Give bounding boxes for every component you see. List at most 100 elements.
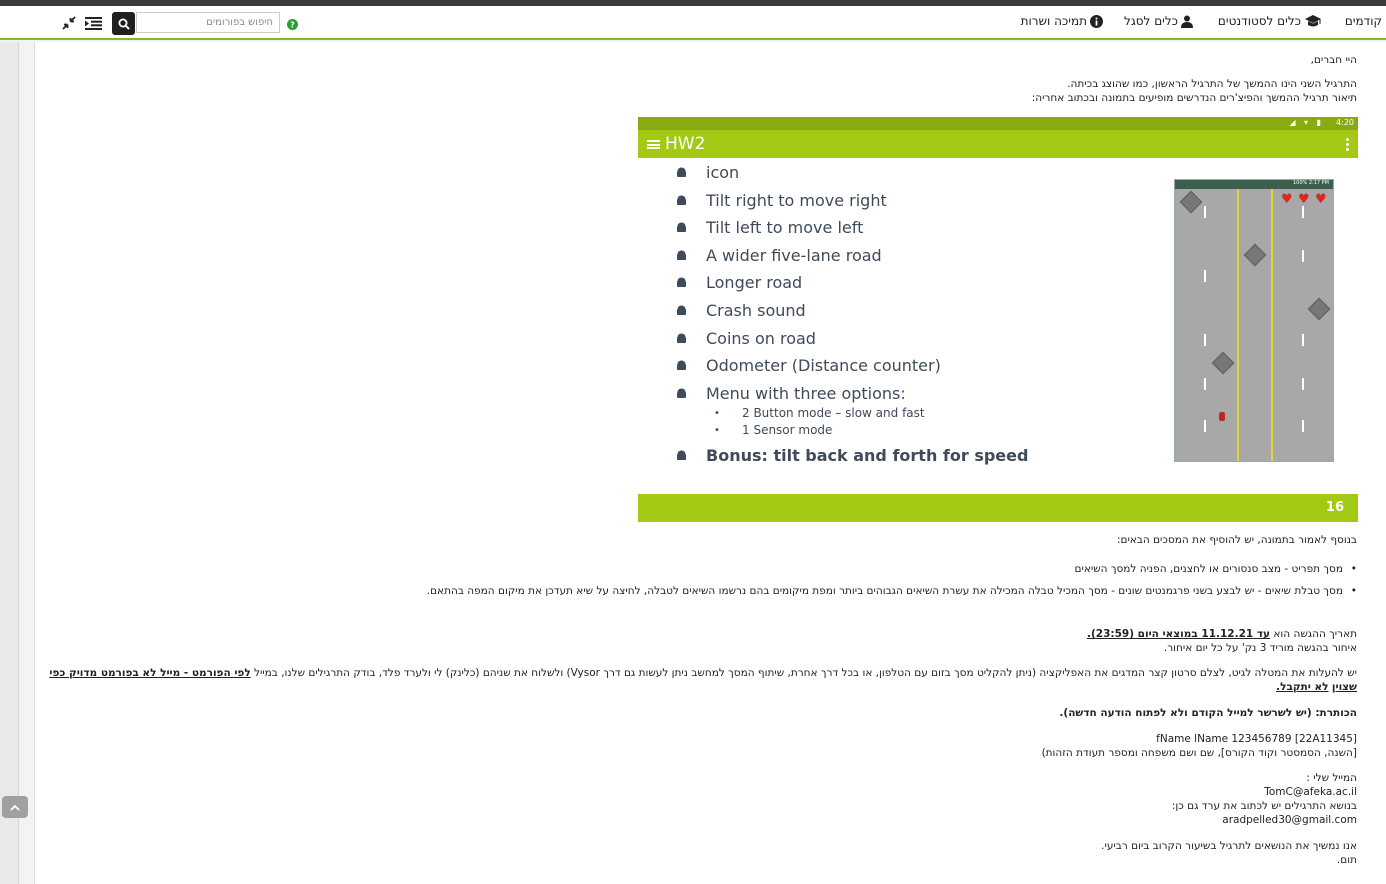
android-bullet-icon bbox=[677, 167, 686, 177]
cc-label: בנושא התרגילים יש לכתוב את ערד גם כן: bbox=[1171, 800, 1357, 812]
slide-bullet: Coins on road bbox=[674, 328, 1028, 356]
closing: אנו נמשיך את הנושאים לתרגיל בשיעור הקרוב… bbox=[1101, 840, 1357, 852]
slide-bullet: Odometer (Distance counter) bbox=[674, 355, 1028, 383]
deadline: תאריך ההגשה הוא עד 11.12.21 במוצאי היום … bbox=[1087, 627, 1357, 641]
assignment-slide-image: ◢ ▾ ▮ 4:20 HW2 icon Tilt right to move r… bbox=[638, 117, 1358, 522]
left-rail bbox=[0, 42, 19, 884]
slide-title: HW2 bbox=[665, 134, 706, 154]
upload-instructions: יש להעלות את המטלה לגיט, לצלם סרטון קצר … bbox=[47, 666, 1357, 694]
obstacle-cube bbox=[1307, 297, 1331, 321]
slide-bullet: Longer road bbox=[674, 272, 1028, 300]
collapse-icon[interactable] bbox=[62, 15, 76, 34]
slide-status-bar: ◢ ▾ ▮ 4:20 bbox=[638, 117, 1358, 130]
slide-status-time: 4:20 bbox=[1336, 118, 1354, 127]
phone-status-bar: 100% 2:17 PM bbox=[1175, 180, 1333, 189]
user-icon bbox=[1181, 15, 1193, 28]
my-email-label: המייל שלי : bbox=[1306, 772, 1357, 784]
lane-dash bbox=[1302, 334, 1304, 346]
android-bullet-icon bbox=[677, 450, 686, 460]
lane-dash bbox=[1204, 270, 1206, 282]
subject-heading: הכותרת: (יש לשרשר למייל הקודם ולא לפתוח … bbox=[1059, 707, 1357, 719]
subject-explain: [השנה, הסמסטר וקוד הקורס], שם ושם משפחה … bbox=[1041, 747, 1357, 759]
android-bullet-icon bbox=[677, 195, 686, 205]
android-bullet-icon bbox=[677, 388, 686, 398]
search-icon bbox=[118, 18, 130, 30]
slide-sub-bullet: 2 Button mode – slow and fast bbox=[674, 405, 1028, 422]
slide-title-bar: HW2 bbox=[638, 130, 1358, 158]
android-bullet-icon bbox=[677, 250, 686, 260]
lane-dash bbox=[1204, 206, 1206, 218]
player-car-icon bbox=[1219, 412, 1225, 421]
kebab-menu-icon bbox=[1346, 138, 1349, 153]
slide-bullet: Menu with three options: bbox=[674, 383, 1028, 405]
requirement-item: מסך טבלת שיאים - יש לבצע בשני פרגמנטים ש… bbox=[427, 584, 1358, 598]
heart-icon: ♥ bbox=[1281, 192, 1293, 207]
android-bullet-icon bbox=[677, 305, 686, 315]
heart-icon: ♥ bbox=[1298, 192, 1310, 207]
obstacle-cube bbox=[1243, 243, 1267, 267]
signature: תום. bbox=[1336, 854, 1357, 866]
slide-bonus-bullet: Bonus: tilt back and forth for speed bbox=[674, 445, 1028, 473]
nav-item-previous-label: קודמים bbox=[1344, 14, 1382, 28]
scroll-to-top-button[interactable] bbox=[2, 796, 28, 818]
graduation-cap-icon bbox=[1305, 15, 1321, 27]
slide-footer: 16 bbox=[638, 494, 1358, 522]
deadline-value: עד 11.12.21 במוצאי היום (23:59). bbox=[1086, 628, 1271, 640]
post-greeting: היי חברים, bbox=[1310, 54, 1357, 66]
nav-item-support[interactable]: תמיכה ושרות bbox=[1021, 14, 1103, 28]
obstacle-cube bbox=[1179, 190, 1203, 214]
android-bullet-icon bbox=[677, 222, 686, 233]
obstacle-cube bbox=[1211, 351, 1235, 375]
list-toggle-icon[interactable] bbox=[85, 15, 102, 34]
svg-text:?: ? bbox=[290, 21, 295, 30]
lane-dash bbox=[1302, 378, 1304, 390]
lane-dash bbox=[1302, 250, 1304, 262]
slide-bullet: Tilt left to move left bbox=[674, 217, 1028, 245]
lane-divider bbox=[1271, 189, 1273, 461]
slide-bullet: A wider five-lane road bbox=[674, 245, 1028, 273]
nav-item-student-tools-label: כלים לסטודנטים bbox=[1217, 14, 1301, 28]
upload-emphasis-2: לא יתקבל. bbox=[1276, 681, 1329, 693]
nav-item-student-tools[interactable]: כלים לסטודנטים bbox=[1218, 14, 1322, 28]
cc-email: aradpelled30@gmail.com bbox=[1222, 814, 1357, 826]
my-email: TomC@afeka.ac.il bbox=[1264, 786, 1357, 798]
heart-icon: ♥ bbox=[1315, 192, 1327, 207]
nav-item-support-label: תמיכה ושרות bbox=[1020, 14, 1087, 28]
additional-intro: בנוסף לאמור בתמונה, יש להוסיף את המסכים … bbox=[1116, 534, 1357, 546]
search-button[interactable] bbox=[112, 12, 135, 35]
hamburger-icon bbox=[647, 140, 660, 149]
info-icon bbox=[1090, 14, 1103, 28]
search-input[interactable] bbox=[136, 12, 280, 33]
nav-item-staff-tools[interactable]: כלים לסגל bbox=[1124, 14, 1193, 28]
nav-item-previous[interactable]: קודמים bbox=[1345, 14, 1382, 28]
forum-search bbox=[112, 12, 280, 35]
lane-dash bbox=[1204, 378, 1206, 390]
lane-divider bbox=[1237, 189, 1239, 461]
requirement-item: מסך תפריט - מצב סנסורים או לחצנים, הפניה… bbox=[1075, 562, 1358, 576]
slide-bullet: Crash sound bbox=[674, 300, 1028, 328]
lane-dash bbox=[1302, 206, 1304, 218]
android-bullet-icon bbox=[677, 360, 686, 371]
post-content: היי חברים, התרגיל השני הינו ההמשך של התר… bbox=[34, 42, 1386, 884]
chevron-up-icon bbox=[10, 804, 20, 811]
nav-item-staff-tools-label: כלים לסגל bbox=[1124, 14, 1178, 28]
slide-page-number: 16 bbox=[1325, 500, 1344, 515]
post-intro-2: תיאור תרגיל ההמשך והפיצ'רים הנדרשים מופי… bbox=[1031, 92, 1357, 104]
slide-sub-bullet: 1 Sensor mode bbox=[674, 422, 1028, 439]
slide-bullet: icon bbox=[674, 162, 1028, 190]
post-intro-1: התרגיל השני הינו ההמשך של התרגיל הראשון,… bbox=[1067, 78, 1357, 90]
signal-wifi-battery-icon: ◢ ▾ ▮ bbox=[1289, 118, 1324, 127]
lane-dash bbox=[1204, 420, 1206, 432]
slide-bullet: Tilt right to move right bbox=[674, 190, 1028, 218]
deadline-prefix: תאריך ההגשה הוא bbox=[1273, 628, 1357, 640]
android-bullet-icon bbox=[677, 333, 686, 343]
help-icon[interactable]: ? bbox=[287, 15, 298, 34]
lane-dash bbox=[1204, 334, 1206, 346]
upload-text: יש להעלות את המטלה לגיט, לצלם סרטון קצר … bbox=[254, 667, 1357, 679]
top-navbar: קודמים כלים לסטודנטים כלים לסגל תמיכה וש… bbox=[0, 6, 1386, 40]
lane-dash bbox=[1302, 420, 1304, 432]
subject-format: fName lName 123456789 [22A11345] bbox=[1156, 733, 1357, 745]
slide-bullet-list: icon Tilt right to move right Tilt left … bbox=[674, 162, 1028, 472]
late-note: איחור בהגשה מוריד 3 נק' על כל יום איחור. bbox=[1163, 642, 1357, 654]
android-bullet-icon bbox=[677, 277, 686, 288]
